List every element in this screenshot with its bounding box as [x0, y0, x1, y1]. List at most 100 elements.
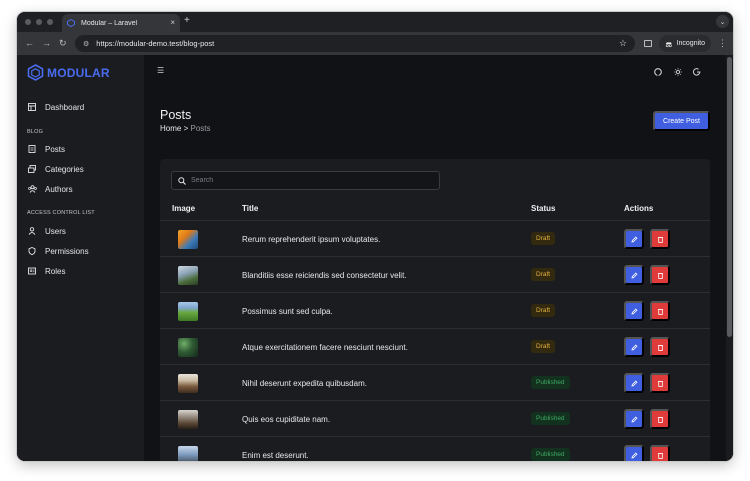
table-row: Enim est deserunt. Published [160, 437, 710, 461]
address-bar[interactable]: ⚙ https://modular-demo.test/blog-post ☆ [75, 35, 635, 52]
sun-icon[interactable] [674, 68, 682, 76]
bookmark-star-icon[interactable]: ☆ [619, 38, 627, 49]
shield-icon [27, 246, 37, 256]
edit-button[interactable] [624, 409, 644, 429]
post-title: Rerum reprehenderit ipsum voluptates. [242, 235, 381, 244]
delete-button[interactable] [650, 337, 670, 357]
delete-button[interactable] [650, 445, 670, 461]
page-scrollbar[interactable] [726, 55, 733, 461]
browser-window: Modular – Laravel × + ⌄ ← → ↻ ⚙ https://… [17, 12, 733, 461]
site-settings-icon[interactable]: ⚙ [83, 40, 89, 48]
folders-icon [27, 164, 37, 174]
sidebar-item-categories[interactable]: Categories [27, 163, 84, 175]
post-thumbnail [178, 446, 198, 461]
trash-icon [657, 236, 663, 243]
breadcrumb-current: Posts [190, 124, 211, 133]
post-thumbnail [178, 374, 198, 393]
sidebar-item-users[interactable]: Users [27, 225, 66, 237]
close-window-dot[interactable] [25, 19, 31, 25]
search-input[interactable] [191, 177, 431, 184]
search-box[interactable] [171, 171, 440, 190]
edit-button[interactable] [624, 265, 644, 285]
tab-favicon-icon [67, 19, 75, 27]
sidebar-item-posts[interactable]: Posts [27, 143, 65, 155]
back-arrow-icon[interactable]: ← [25, 38, 34, 48]
logo[interactable]: MODULAR [27, 64, 110, 81]
sidebar-section-acl: ACCESS CONTROL LIST [27, 210, 95, 216]
table-row: Atque exercitationem facere nesciunt nes… [160, 329, 710, 365]
delete-button[interactable] [650, 409, 670, 429]
pencil-icon [630, 452, 637, 459]
status-badge: Published [531, 376, 570, 389]
edit-button[interactable] [624, 337, 644, 357]
table-row: Rerum reprehenderit ipsum voluptates. Dr… [160, 221, 710, 257]
sidebar-item-roles[interactable]: Roles [27, 265, 65, 277]
logout-icon[interactable] [693, 68, 701, 76]
post-title: Blanditiis esse reiciendis sed consectet… [242, 271, 407, 280]
search-icon [178, 176, 186, 185]
tab-title: Modular – Laravel [81, 19, 138, 27]
user-icon [27, 226, 37, 236]
create-post-button[interactable]: Create Post [653, 111, 710, 131]
sidebar-item-label: Users [45, 226, 66, 236]
maximize-window-dot[interactable] [47, 19, 53, 25]
side-panel-icon[interactable] [644, 40, 652, 47]
reload-icon[interactable]: ↻ [59, 38, 67, 48]
edit-button[interactable] [624, 229, 644, 249]
sidebar-item-dashboard[interactable]: Dashboard [27, 101, 84, 113]
status-badge: Published [531, 412, 570, 425]
delete-button[interactable] [650, 373, 670, 393]
post-thumbnail [178, 410, 198, 429]
tab-search-chevron-icon[interactable]: ⌄ [716, 15, 729, 28]
post-thumbnail [178, 338, 198, 357]
post-title: Nihil deserunt expedita quibusdam. [242, 379, 367, 388]
scrollbar-thumb[interactable] [727, 57, 732, 337]
sidebar-item-permissions[interactable]: Permissions [27, 245, 89, 257]
edit-button[interactable] [624, 373, 644, 393]
dashboard-icon [27, 102, 37, 112]
sidebar-item-label: Permissions [45, 246, 89, 256]
new-tab-icon[interactable]: + [184, 16, 190, 26]
document-icon [27, 144, 37, 154]
trash-icon [657, 452, 663, 459]
status-badge: Draft [531, 304, 556, 317]
logo-text: MODULAR [47, 65, 110, 80]
browser-toolbar: ← → ↻ ⚙ https://modular-demo.test/blog-p… [17, 32, 733, 55]
browser-menu-icon[interactable]: ⋮ [718, 38, 727, 48]
status-badge: Published [531, 448, 570, 461]
incognito-label: Incognito [676, 40, 705, 47]
delete-button[interactable] [650, 229, 670, 249]
sidebar-section-blog: BLOG [27, 129, 44, 135]
column-header-title: Title [242, 204, 259, 213]
sidebar-item-label: Roles [45, 266, 66, 276]
breadcrumb-home-link[interactable]: Home [160, 124, 181, 133]
browser-tab[interactable]: Modular – Laravel × [62, 14, 180, 32]
incognito-indicator[interactable]: Incognito [659, 35, 711, 52]
page-title: Posts [160, 108, 192, 122]
delete-button[interactable] [650, 301, 670, 321]
posts-table-card: Image Title Status Actions Rerum reprehe… [160, 159, 710, 461]
page-content: MODULAR Dashboard BLOG Posts Categories … [17, 55, 733, 461]
edit-button[interactable] [624, 301, 644, 321]
sidebar-item-label: Dashboard [45, 102, 85, 112]
tab-close-icon[interactable]: × [170, 19, 175, 27]
post-title: Quis eos cupiditate nam. [242, 415, 331, 424]
edit-button[interactable] [624, 445, 644, 461]
column-header-image: Image [172, 204, 196, 213]
users-group-icon [27, 184, 37, 194]
delete-button[interactable] [650, 265, 670, 285]
pencil-icon [630, 308, 637, 315]
post-title: Possimus sunt sed culpa. [242, 307, 333, 316]
forward-arrow-icon[interactable]: → [42, 38, 51, 48]
trash-icon [657, 380, 663, 387]
column-header-status: Status [531, 204, 556, 213]
url-text[interactable]: https://modular-demo.test/blog-post [96, 39, 619, 48]
minimize-window-dot[interactable] [36, 19, 42, 25]
incognito-icon [665, 41, 672, 47]
hamburger-menu-icon[interactable]: ☰ [157, 67, 164, 75]
github-icon[interactable] [654, 68, 662, 76]
pencil-icon [630, 272, 637, 279]
sidebar-item-authors[interactable]: Authors [27, 183, 73, 195]
pencil-icon [630, 344, 637, 351]
breadcrumb: Home > Posts [160, 124, 211, 133]
